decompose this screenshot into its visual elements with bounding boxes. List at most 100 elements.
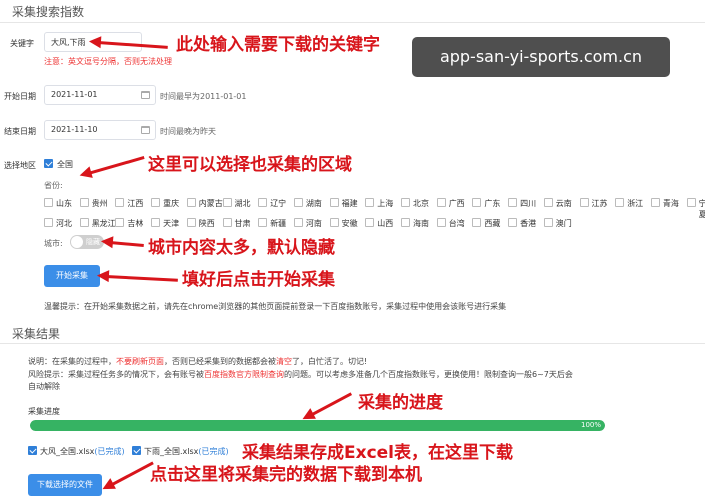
province-label-item: 浙江 [627,199,644,208]
province-checkbox[interactable] [79,218,89,227]
file-item-1[interactable]: 大风_全国.xlsx(已完成) [40,446,125,457]
province-label-item: 山西 [377,219,394,228]
progress-percent: 100% [580,421,601,429]
province-checkbox[interactable] [543,198,553,207]
province-label-item: 黑龙江 [91,219,116,228]
province-checkbox[interactable] [293,218,303,227]
province-checkbox[interactable] [222,218,232,227]
calendar-icon [141,126,150,134]
province-checkbox[interactable] [293,198,303,207]
province-label-item: 贵州 [91,199,108,208]
explain-warning-2: 清空 [276,357,292,366]
province-checkbox[interactable] [508,198,518,207]
file-item-2[interactable]: 下雨_全国.xlsx(已完成) [144,446,229,457]
province-label-item: 青海 [662,199,679,208]
tip-text: 温馨提示：在开始采集数据之前，请先在chrome浏览器的其他页面提前登录一下百度… [44,302,507,311]
arrow-start [105,275,178,282]
province-label-item: 天津 [163,219,180,228]
annotation-region: 这里可以选择也采集的区域 [148,155,352,175]
province-checkbox[interactable] [472,218,482,227]
province-checkbox[interactable] [436,198,446,207]
arrow-download [110,461,154,487]
province-label-item: 新疆 [270,219,287,228]
result-section-title: 采集结果 [12,327,61,341]
file-status-1: (已完成) [94,447,125,456]
end-date-input[interactable]: 2021-11-10 [44,120,156,140]
province-checkbox[interactable] [329,198,339,207]
province-checkbox[interactable] [508,218,518,227]
file-status-2: (已完成) [198,447,229,456]
risk-warning: 百度指数官方限制查询 [204,370,284,379]
province-checkbox[interactable] [115,218,125,227]
annotation-progress: 采集的进度 [358,393,443,413]
file-checkbox-1[interactable] [28,446,37,455]
risk-text-line2: 自动解除 [28,382,60,391]
province-checkbox[interactable] [686,198,696,207]
province-checkbox[interactable] [329,218,339,227]
keyword-note: 注意：英文逗号分隔，否则无法处理 [44,57,172,66]
province-checkbox[interactable] [472,198,482,207]
province-label-item: 辽宁 [270,199,287,208]
province-label-item: 河北 [56,219,72,228]
annotation-download: 点击这里将采集完的数据下载到本机 [150,465,422,485]
progress-label: 采集进度 [28,407,60,416]
province-checkbox[interactable] [615,198,625,207]
province-label-item: 江苏 [591,199,608,208]
province-checkbox[interactable] [436,218,446,227]
explain-suffix: 了，白忙活了。切记! [292,357,368,366]
progress-fill [30,420,605,431]
keyword-label: 关键字 [10,39,34,48]
download-selected-button[interactable]: 下载选择的文件 [28,474,102,496]
calendar-icon [141,91,150,99]
province-label-item: 澳门 [555,219,572,228]
province-checkbox[interactable] [44,218,53,227]
province-label-item: 湖南 [305,199,322,208]
explain-middle: ，否则已经采集到的数据都会被 [164,357,276,366]
province-checkbox[interactable] [44,198,53,207]
province-checkbox[interactable] [151,198,161,207]
province-checkbox[interactable] [365,198,375,207]
province-checkbox[interactable] [115,198,125,207]
city-label: 城市: [44,239,63,248]
search-section-title: 采集搜索指数 [12,5,85,19]
all-country-checkbox[interactable] [44,159,53,168]
province-label-item: 吉林 [127,219,144,228]
start-date-value: 2021-11-01 [51,90,98,99]
risk-text: 风险提示：采集过程任务多的情况下，会有账号被百度指数官方限制查询的问题。可以考虑… [28,369,573,380]
file-checkbox-2[interactable] [132,446,141,455]
watermark-banner: app-san-yi-sports.com.cn [412,37,670,77]
start-collect-button[interactable]: 开始采集 [44,265,100,287]
city-toggle[interactable]: 隐藏 [70,235,104,249]
province-checkbox[interactable] [258,218,268,227]
file-name-2: 下雨_全国.xlsx [144,447,199,456]
risk-suffix: 的问题。可以考虑多准备几个百度指数账号，更换使用！限制查询一般6~7天后会 [284,370,573,379]
city-toggle-text: 隐藏 [86,238,100,246]
province-label-item: 云南 [555,199,572,208]
province-checkbox[interactable] [79,198,89,207]
province-checkbox[interactable] [186,218,196,227]
province-label-item: 安徽 [341,219,358,228]
annotation-city: 城市内容太多，默认隐藏 [148,238,335,258]
progress-bar: 100% [30,420,605,431]
all-country-label: 全国 [57,160,73,169]
province-label: 省份: [44,181,63,190]
arrow-city [109,241,144,247]
province-checkbox[interactable] [401,218,410,227]
province-label-item: 陕西 [198,219,215,228]
province-checkbox[interactable] [401,198,410,207]
province-label-item: 江西 [127,199,144,208]
province-checkbox[interactable] [579,198,589,207]
province-label-item: 甘肃 [234,219,251,228]
risk-prefix: 风险提示：采集过程任务多的情况下，会有账号被 [28,370,204,379]
province-checkbox[interactable] [543,218,553,227]
province-checkbox[interactable] [365,218,375,227]
province-checkbox[interactable] [258,198,268,207]
province-label-item: 北京 [413,199,429,208]
province-label-item: 福建 [341,199,358,208]
province-checkbox[interactable] [650,198,660,207]
start-date-input[interactable]: 2021-11-01 [44,85,156,105]
province-checkbox[interactable] [186,198,196,207]
explain-prefix: 说明：在采集的过程中， [28,357,116,366]
province-checkbox[interactable] [151,218,161,227]
province-checkbox[interactable] [222,198,232,207]
